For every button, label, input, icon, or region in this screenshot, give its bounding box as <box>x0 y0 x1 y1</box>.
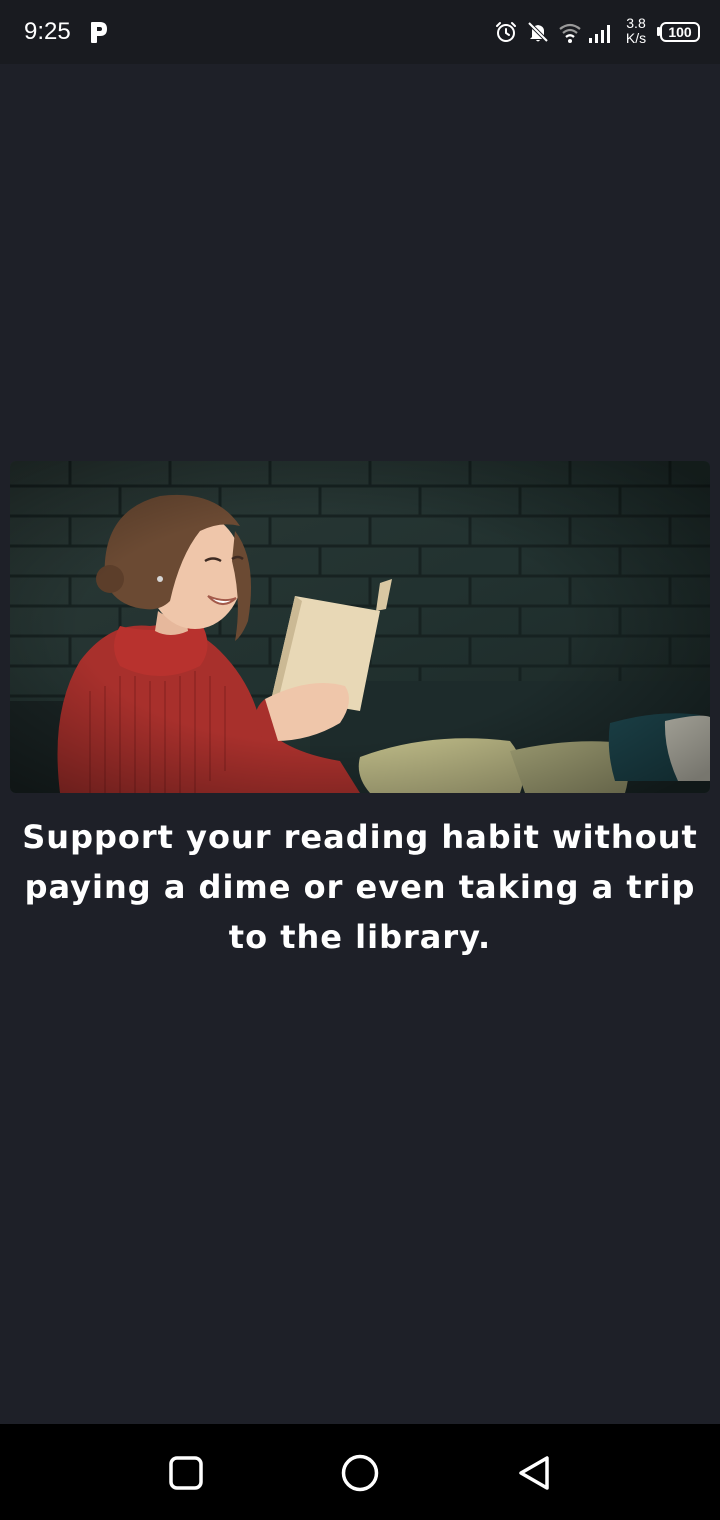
recents-button[interactable] <box>164 1451 208 1495</box>
home-button[interactable] <box>338 1451 382 1495</box>
status-icons: 3.8 K/s 100 <box>490 14 700 50</box>
square-icon <box>169 1456 203 1490</box>
status-bar: 9:25 3.8 K/s 100 <box>0 0 720 64</box>
alarm-icon <box>496 22 516 42</box>
onboarding-screen: 9:25 3.8 K/s 100 Support your reading ha… <box>0 0 720 1520</box>
app-p-icon <box>91 22 107 43</box>
battery-level: 100 <box>668 24 692 40</box>
reading-woman-illustration <box>10 461 710 793</box>
battery-icon: 100 <box>660 22 700 42</box>
circle-icon <box>341 1454 379 1492</box>
back-button[interactable] <box>512 1451 556 1495</box>
bell-off-icon <box>527 21 549 43</box>
system-nav-bar <box>0 1424 720 1520</box>
network-speed-unit: K/s <box>625 30 647 46</box>
status-time: 9:25 <box>24 18 71 45</box>
hero-image <box>10 461 710 793</box>
network-speed-value: 3.8 <box>626 15 646 31</box>
signal-icon <box>589 25 610 43</box>
onboarding-tagline: Support your reading habit without payin… <box>22 818 698 956</box>
triangle-back-icon <box>519 1456 549 1490</box>
wifi-icon <box>559 23 581 43</box>
network-speed: 3.8 K/s <box>616 16 656 46</box>
